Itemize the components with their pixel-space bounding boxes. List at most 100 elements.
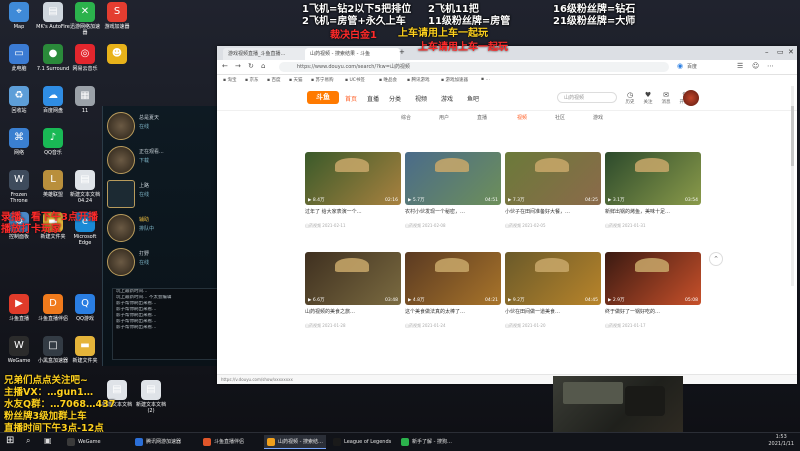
taskbar-item[interactable]: League of Legends: [330, 435, 394, 449]
desktop-icon[interactable]: □ 小黑盒加速器: [36, 336, 70, 364]
reload-icon[interactable]: ↻: [248, 62, 254, 70]
bookmark-item[interactable]: ▪ 苏宁易购: [311, 77, 333, 83]
video-title[interactable]: 终于做好了一锅好吃的…: [605, 309, 701, 315]
video-thumbnail[interactable]: ▶ 9.2万 04:45: [505, 252, 601, 305]
start-icon[interactable]: ⊞: [6, 435, 14, 446]
desktop-icon[interactable]: ◎ 网易云音乐: [68, 44, 102, 72]
desktop-icon[interactable]: Q QQ游戏: [68, 294, 102, 322]
site-search-input[interactable]: 山药视频: [557, 92, 617, 103]
filter-tab[interactable]: 直播: [477, 114, 487, 121]
filter-tab[interactable]: 综合: [401, 114, 411, 121]
friend-item[interactable]: 辅助 排队中: [107, 212, 215, 244]
video-thumbnail[interactable]: ▶ 2.9万 05:08: [605, 252, 701, 305]
video-title[interactable]: 农村小伙发现一个秘密，…: [405, 209, 501, 215]
taskbar-item[interactable]: 腾讯网游加速器: [132, 435, 196, 449]
desktop-icon[interactable]: ● 7.1 Surround: [36, 44, 70, 72]
user-avatar[interactable]: [683, 90, 699, 106]
friend-item[interactable]: 总是夏天 在线: [107, 110, 215, 142]
video-thumbnail[interactable]: ▶ 5.7万 04:51: [405, 152, 501, 205]
site-logo[interactable]: 斗鱼: [307, 91, 339, 104]
desktop-icon[interactable]: ☁ 百度网盘: [36, 86, 70, 114]
video-thumbnail[interactable]: ▶ 4.8万 04:21: [405, 252, 501, 305]
filter-tab[interactable]: 社区: [555, 114, 565, 121]
desktop-icon[interactable]: D 斗鱼直播伴侣: [36, 294, 70, 322]
menu-icon[interactable]: ⋯: [767, 62, 774, 70]
video-title[interactable]: 过年了 给大家表演一个…: [305, 209, 401, 215]
clock[interactable]: 1:53 2021/1/11: [768, 434, 794, 448]
back-to-top-icon[interactable]: ⌃: [709, 252, 723, 266]
video-title[interactable]: 山药视频的美食之旅…: [305, 309, 401, 315]
back-icon[interactable]: ←: [222, 62, 228, 70]
desktop-icon[interactable]: L 英雄联盟: [36, 170, 70, 198]
search-icon[interactable]: ⌕: [26, 436, 30, 446]
history-icon[interactable]: ◷ 历史: [621, 91, 639, 105]
bookmark-item[interactable]: ▪ 天猫: [289, 77, 302, 83]
desktop-icon[interactable]: W WeGame: [2, 336, 36, 364]
close-icon[interactable]: ✕: [788, 48, 794, 56]
desktop-icon[interactable]: ▤ 新建文本文档 (2): [134, 380, 168, 414]
desktop-icon[interactable]: ♻ 回收站: [2, 86, 36, 114]
new-tab-icon[interactable]: +: [399, 48, 405, 56]
bookmark-item[interactable]: ▪ 淘宝: [223, 77, 236, 83]
user-icon[interactable]: ☺: [752, 62, 759, 70]
desktop-icon[interactable]: ▤ 新建文本文档 04.24: [68, 170, 102, 204]
message-icon[interactable]: ✉ 消息: [657, 91, 675, 105]
desktop-icon[interactable]: S 游戏加速器: [100, 2, 134, 30]
maximize-icon[interactable]: ▭: [777, 48, 784, 56]
browser-tab-active[interactable]: 山药视频 - 搜索结果 - 斗鱼: [305, 48, 400, 60]
desktop-icon[interactable]: ♪ QQ音乐: [36, 128, 70, 156]
nav-category[interactable]: 分类: [389, 94, 401, 103]
bookmark-item[interactable]: ▪ 京东: [245, 77, 258, 83]
video-title[interactable]: 新鲜出锅的烤鱼，美味十足…: [605, 209, 701, 215]
forward-icon[interactable]: →: [235, 62, 241, 70]
search-engine-icon[interactable]: ◉: [677, 62, 683, 70]
taskview-icon[interactable]: ▣: [44, 436, 52, 445]
minimize-icon[interactable]: –: [765, 48, 769, 56]
video-thumbnail[interactable]: ▶ 6.6万 03:48: [305, 252, 401, 305]
video-title[interactable]: 这个美食做法真的太棒了…: [405, 309, 501, 315]
follow-icon[interactable]: ♥ 关注: [639, 91, 657, 105]
friend-item[interactable]: 打野 在线: [107, 246, 215, 278]
home-icon[interactable]: ⌂: [261, 62, 265, 70]
video-thumbnail[interactable]: ▶ 8.4万 02:16: [305, 152, 401, 205]
lol-chat-window[interactable]: 玩上最新时间… 玩上最新时间… 不太会编辑 影子帮你刷出来看… 影子帮你刷出来看…: [112, 288, 218, 360]
video-title[interactable]: 小伙在田间做一道美食…: [505, 309, 601, 315]
url-field[interactable]: https://www.douyu.com/search/?kw=山药视频: [279, 62, 669, 72]
nav-game[interactable]: 游戏: [441, 94, 453, 103]
desktop-icon[interactable]: ⌖ Map: [2, 2, 36, 30]
desktop-icon[interactable]: ▭ 此电脑: [2, 44, 36, 72]
taskbar-item[interactable]: WeGame: [64, 435, 128, 449]
nav-video[interactable]: 视频: [415, 94, 427, 103]
desktop-icon[interactable]: ▦ 11: [68, 86, 102, 114]
filter-tab[interactable]: 用户: [439, 114, 449, 121]
friend-item[interactable]: 上路 在线: [107, 178, 215, 210]
desktop-icon[interactable]: ☻: [100, 44, 134, 66]
bookmark-item[interactable]: ▪ 百度: [267, 77, 280, 83]
friend-item[interactable]: 正在观看... 下载: [107, 144, 215, 176]
nav-home[interactable]: 首页: [345, 94, 357, 103]
bookmark-item[interactable]: ▪ 唯品会: [379, 77, 397, 83]
video-thumbnail[interactable]: ▶ 3.1万 03:54: [605, 152, 701, 205]
nav-live[interactable]: 直播: [367, 94, 379, 103]
browser-tab[interactable]: 游戏视频直播_斗鱼直播…: [223, 48, 308, 60]
scrollbar[interactable]: [791, 86, 794, 286]
taskbar-item[interactable]: 新手了解 - 搜狗…: [398, 435, 462, 449]
desktop-icon[interactable]: ▤ MK's AutoFire: [36, 2, 70, 30]
extensions-icon[interactable]: ☰: [737, 62, 743, 70]
bookmark-item[interactable]: ▪ 腾讯游戏: [407, 77, 429, 83]
filter-tab[interactable]: 游戏: [593, 114, 603, 121]
desktop-icon[interactable]: ▬ 新建文件夹: [68, 336, 102, 364]
video-title[interactable]: 小伙子在田间准备好大餐，…: [505, 209, 601, 215]
bookmark-item[interactable]: ▪ UC书签: [345, 77, 365, 83]
desktop-icon[interactable]: W Frozen Throne: [2, 170, 36, 204]
desktop-icon[interactable]: ⌘ 网络: [2, 128, 36, 156]
taskbar-item[interactable]: 山药视频 - 搜索结…: [264, 435, 326, 449]
taskbar-item[interactable]: 斗鱼直播伴侣: [200, 435, 260, 449]
bookmark-item[interactable]: ▪ …: [481, 77, 490, 82]
desktop-icon[interactable]: ▶ 斗鱼直播: [2, 294, 36, 322]
filter-tab[interactable]: 视频: [517, 114, 527, 121]
desktop-icon[interactable]: ✕ 迅游网络加速器: [68, 2, 102, 36]
bookmark-item[interactable]: ▪ 游戏加速器: [441, 77, 468, 83]
nav-yuba[interactable]: 鱼吧: [467, 94, 479, 103]
video-thumbnail[interactable]: ▶ 7.3万 04:25: [505, 152, 601, 205]
